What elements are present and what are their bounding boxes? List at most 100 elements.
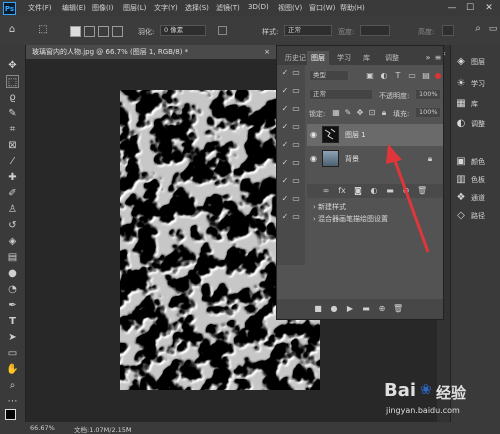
dialog-toggle-icon[interactable]: ▭: [291, 86, 301, 96]
gradient-tool-icon[interactable]: ▤: [6, 251, 19, 264]
dialog-toggle-icon[interactable]: ▭: [291, 104, 301, 114]
marquee-tool-icon[interactable]: ⬚: [36, 25, 50, 37]
adjustment-layer-icon[interactable]: ◐: [369, 186, 379, 196]
dock-item-paths[interactable]: ◇ 路径: [455, 207, 499, 225]
lock-image-icon[interactable]: ✎: [343, 108, 353, 118]
pen-tool-icon[interactable]: ✒: [6, 299, 19, 312]
check-icon[interactable]: ✓: [280, 86, 290, 96]
menu-layer[interactable]: 图层(L): [123, 3, 146, 13]
height-input[interactable]: [442, 25, 454, 36]
visibility-eye-icon[interactable]: ◉: [310, 154, 317, 163]
clone-stamp-tool-icon[interactable]: ♙: [6, 203, 19, 216]
rectangle-tool-icon[interactable]: ▭: [6, 347, 19, 360]
record-icon[interactable]: ●: [329, 304, 339, 314]
layer-name[interactable]: 图层 1: [345, 130, 366, 140]
check-icon[interactable]: ✓: [280, 212, 290, 222]
marquee-tool-icon[interactable]: ⬚: [6, 75, 19, 88]
healing-brush-tool-icon[interactable]: ✚: [6, 171, 19, 184]
intersect-selection-button[interactable]: [112, 26, 123, 37]
blur-tool-icon[interactable]: ●: [6, 267, 19, 280]
lasso-tool-icon[interactable]: ϱ: [6, 91, 19, 104]
dock-item-color[interactable]: ▣ 颜色: [455, 153, 499, 171]
crop-tool-icon[interactable]: ⌗: [6, 123, 19, 136]
link-layers-icon[interactable]: ∞: [321, 186, 331, 196]
dialog-toggle-icon[interactable]: ▭: [291, 68, 301, 78]
dock-item-swatches[interactable]: ▥ 色板: [455, 171, 499, 189]
lock-all-icon[interactable]: 🔒︎: [379, 108, 389, 118]
menu-select[interactable]: 选择(S): [185, 3, 209, 13]
move-tool-icon[interactable]: ✥: [6, 59, 19, 72]
visibility-eye-icon[interactable]: ◉: [310, 130, 317, 139]
fill-input[interactable]: 100%: [415, 107, 441, 118]
menu-filter[interactable]: 滤镜(T): [216, 3, 240, 13]
blend-mode-select[interactable]: 正常: [309, 89, 373, 100]
check-icon[interactable]: ✓: [280, 122, 290, 132]
dialog-toggle-icon[interactable]: ▭: [291, 140, 301, 150]
edit-toolbar-icon[interactable]: ⋯: [6, 395, 19, 408]
opacity-input[interactable]: 100%: [415, 89, 441, 100]
feather-input[interactable]: 0 像素: [160, 25, 206, 36]
history-item[interactable]: › 混合器画笔描绘图设置: [313, 214, 388, 224]
pixel-filter-icon[interactable]: ▣: [365, 71, 375, 81]
dialog-toggle-icon[interactable]: ▭: [291, 158, 301, 168]
new-action-icon[interactable]: ⊕: [377, 304, 387, 314]
stop-icon[interactable]: ■: [313, 304, 323, 314]
close-document-icon[interactable]: ×: [264, 45, 270, 59]
collapse-panel-icon[interactable]: »: [423, 53, 433, 63]
dialog-toggle-icon[interactable]: ▭: [291, 122, 301, 132]
workspace-icon[interactable]: ▭: [487, 24, 499, 38]
layer-name[interactable]: 背景: [345, 154, 359, 164]
search-icon[interactable]: ⌕: [472, 24, 484, 38]
quick-select-tool-icon[interactable]: ✎: [6, 107, 19, 120]
lock-transparent-icon[interactable]: ▦: [331, 108, 341, 118]
check-icon[interactable]: ✓: [280, 68, 290, 78]
dialog-toggle-icon[interactable]: ▭: [291, 194, 301, 204]
new-set-icon[interactable]: ▬: [361, 304, 371, 314]
tab-learn[interactable]: 学习: [333, 51, 355, 65]
menu-view[interactable]: 视图(V): [278, 3, 302, 13]
dock-item-adjust[interactable]: ◐ 调整: [455, 115, 499, 133]
close-window-button[interactable]: ✕: [482, 2, 496, 14]
add-selection-button[interactable]: [84, 26, 95, 37]
status-menu-icon[interactable]: ›: [126, 424, 129, 432]
dialog-toggle-icon[interactable]: ▭: [291, 176, 301, 186]
menu-edit[interactable]: 编辑(E): [62, 3, 86, 13]
type-tool-icon[interactable]: T: [6, 315, 19, 328]
new-selection-button[interactable]: [70, 26, 81, 37]
menu-type[interactable]: 文字(Y): [154, 3, 178, 13]
tab-layers[interactable]: 图层: [307, 51, 329, 65]
menu-image[interactable]: 图像(I): [92, 3, 114, 13]
delete-action-icon[interactable]: 🗑︎: [393, 304, 403, 314]
filter-toggle-icon[interactable]: [435, 73, 441, 79]
shape-filter-icon[interactable]: ▭: [407, 71, 417, 81]
panel-menu-icon[interactable]: ≡: [433, 53, 443, 63]
eraser-tool-icon[interactable]: ◈: [6, 235, 19, 248]
dock-item-layers[interactable]: ◈ 图层: [455, 53, 499, 71]
history-brush-tool-icon[interactable]: ↺: [6, 219, 19, 232]
dock-item-library[interactable]: ▦ 库: [455, 95, 499, 113]
hand-tool-icon[interactable]: ✋: [6, 363, 19, 376]
check-icon[interactable]: ✓: [280, 158, 290, 168]
smart-object-filter-icon[interactable]: ▤: [421, 71, 431, 81]
home-icon[interactable]: ⌂: [6, 25, 18, 37]
maximize-button[interactable]: ☐: [463, 2, 477, 14]
layer-style-icon[interactable]: fx: [337, 186, 347, 196]
play-icon[interactable]: ▶: [345, 304, 355, 314]
minimize-button[interactable]: —: [445, 2, 459, 14]
path-select-tool-icon[interactable]: ➤: [6, 331, 19, 344]
tab-library[interactable]: 库: [359, 51, 374, 65]
tab-history[interactable]: 历史记: [281, 51, 310, 65]
menu-file[interactable]: 文件(F): [28, 3, 52, 13]
anti-alias-checkbox[interactable]: [218, 26, 227, 35]
adjustment-filter-icon[interactable]: ◐: [379, 71, 389, 81]
menu-window[interactable]: 窗口(W): [309, 3, 335, 13]
check-icon[interactable]: ✓: [280, 194, 290, 204]
frame-tool-icon[interactable]: ⊠: [6, 139, 19, 152]
brush-tool-icon[interactable]: ✐: [6, 187, 19, 200]
menu-3d[interactable]: 3D(D): [248, 3, 269, 11]
zoom-level[interactable]: 66.67%: [30, 424, 55, 432]
style-select[interactable]: 正常: [284, 25, 332, 36]
tab-adjustments[interactable]: 调整: [381, 51, 403, 65]
dodge-tool-icon[interactable]: ◔: [6, 283, 19, 296]
check-icon[interactable]: ✓: [280, 176, 290, 186]
